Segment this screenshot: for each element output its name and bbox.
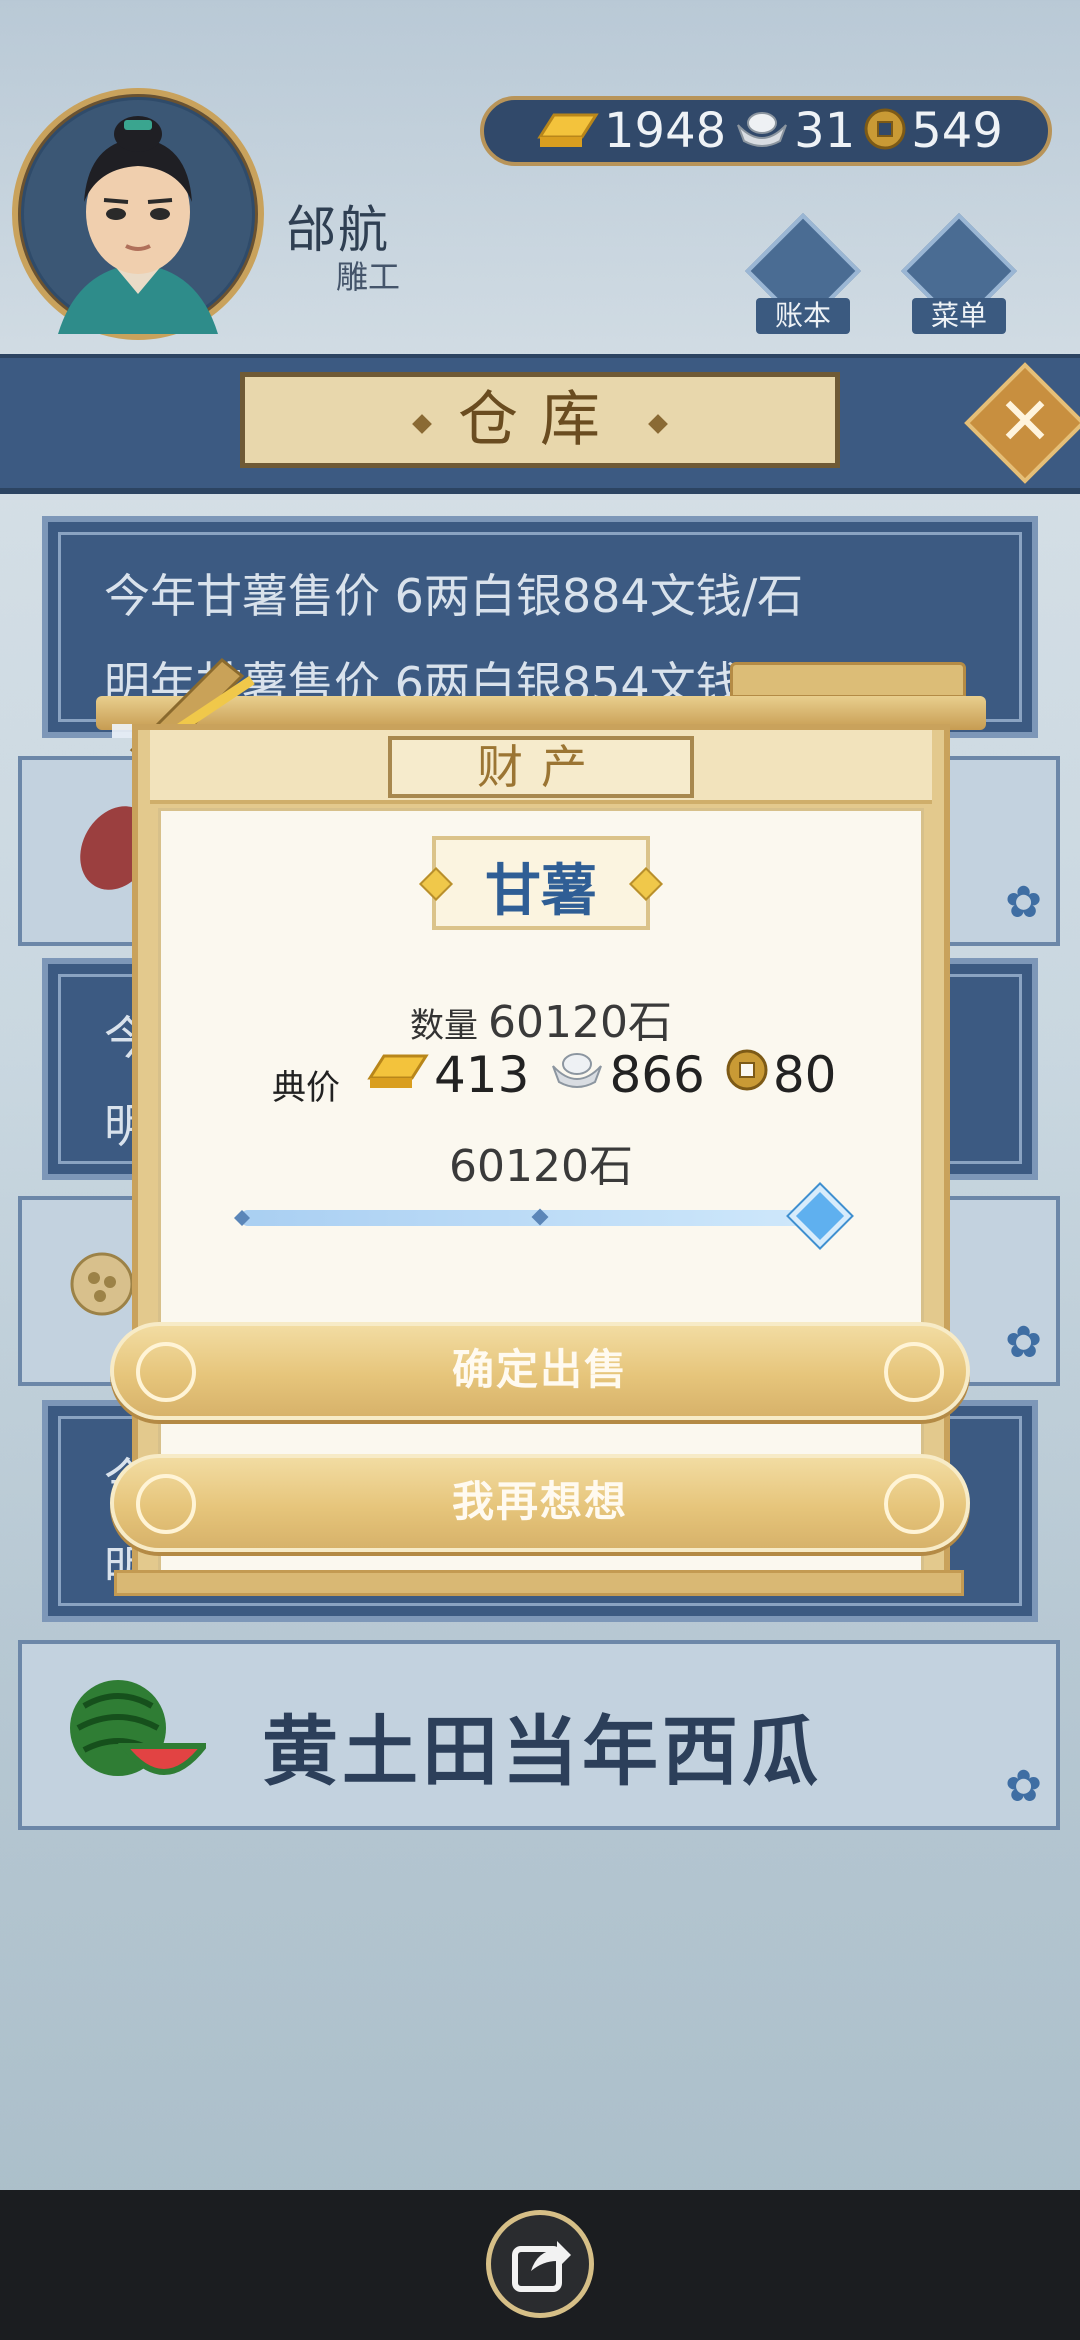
reconsider-label: 我再想想: [451, 1477, 628, 1526]
flower-icon: ✿: [1005, 1317, 1042, 1368]
selected-amount: 60120石: [449, 1141, 633, 1192]
ledger-label: 账本: [756, 298, 850, 334]
amount-slider[interactable]: [240, 1210, 820, 1226]
flower-icon: ✿: [1005, 1761, 1042, 1812]
price-copper: 80: [772, 1046, 837, 1104]
quantity-label: 数量: [410, 1006, 478, 1046]
copper-coin-icon: [725, 1046, 769, 1104]
flower-icon: ✿: [1005, 877, 1042, 928]
share-button[interactable]: [486, 2210, 594, 2318]
watermelon-icon: [64, 1676, 211, 1788]
modal-roof-decoration: [730, 662, 966, 698]
warehouse-title: 仓库: [240, 372, 840, 468]
cloud-ornament-icon: [884, 1342, 944, 1402]
price-label: 典价: [272, 1068, 340, 1108]
player-title: 雕工: [336, 258, 401, 296]
menu-label: 菜单: [912, 298, 1006, 334]
item-name: 甘薯: [485, 859, 597, 924]
item-name-watermelon: 黄土田当年西瓜: [262, 1707, 822, 1796]
warehouse-title-text: 仓库: [458, 385, 622, 455]
quantity-row: 数量 60120石: [158, 986, 924, 1050]
cloud-ornament-icon: [884, 1474, 944, 1534]
gold-ingot-icon: [536, 107, 600, 155]
silver-ingot-icon: [549, 1046, 605, 1104]
price-silver: 866: [609, 1046, 705, 1104]
player-avatar[interactable]: [12, 88, 264, 340]
cloud-ornament-icon: [136, 1342, 196, 1402]
currency-bar: 1948 31 549: [480, 96, 1052, 166]
copper-amount: 549: [911, 103, 1003, 159]
silver-amount: 31: [794, 103, 856, 159]
copper-coin-icon: [863, 107, 907, 155]
slider-min-marker: [234, 1210, 250, 1226]
gold-ingot-icon: [366, 1046, 430, 1104]
lotus-root-icon: [62, 1244, 142, 1324]
modal-title: 财产: [388, 736, 694, 798]
quantity-value: 60120石: [488, 997, 672, 1048]
share-icon: [512, 2241, 571, 2292]
price-row: 413 866 80: [366, 1046, 857, 1104]
price-this-year: 今年甘薯售价 6两白银884文钱/石: [104, 569, 804, 623]
ledger-button[interactable]: 账本: [745, 213, 861, 342]
price-gold: 413: [434, 1046, 530, 1104]
menu-button[interactable]: 菜单: [901, 213, 1017, 342]
modal-base: [114, 1570, 964, 1596]
confirm-sell-label: 确定出售: [451, 1345, 628, 1394]
confirm-sell-button[interactable]: 确定出售: [110, 1322, 970, 1420]
gold-amount: 1948: [604, 103, 727, 159]
close-icon: ✕: [997, 383, 1053, 460]
player-portrait-icon: [24, 100, 252, 334]
silver-ingot-icon: [734, 107, 790, 155]
reconsider-button[interactable]: 我再想想: [110, 1454, 970, 1552]
cloud-ornament-icon: [136, 1474, 196, 1534]
